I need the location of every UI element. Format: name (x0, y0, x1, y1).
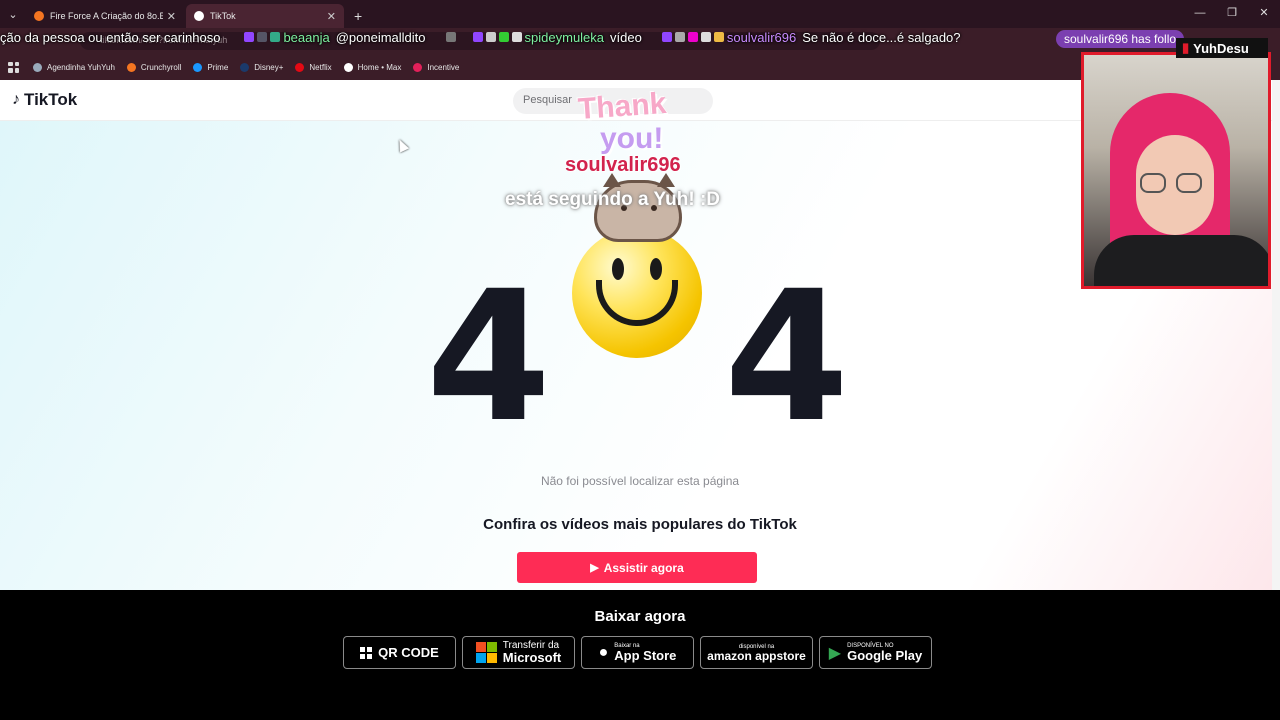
download-footer: Baixar agora QR CODE Transferir da Micro… (0, 590, 1280, 720)
apps-grid-icon[interactable] (8, 61, 19, 73)
max-icon (343, 62, 353, 72)
restore-button[interactable]: ❐ (1216, 0, 1248, 28)
chat-badge-icon (270, 32, 281, 42)
alert-you-text: you! (600, 122, 664, 155)
microsoft-icon (475, 642, 497, 663)
chat-badge-icon (498, 32, 509, 42)
chat-message: ção da pessoa ou então ser carinhoso (0, 29, 221, 45)
tiktok-logo[interactable]: ♪ TikTok (12, 90, 77, 110)
chat-badge-icon (472, 32, 483, 42)
microsoft-store-button[interactable]: Transferir da Microsoft (462, 636, 575, 669)
bookmark-max[interactable]: Home • Max (343, 62, 401, 72)
google-play-icon: ▶ (828, 644, 842, 662)
crunchyroll-favicon-icon (34, 11, 44, 21)
disney-icon (240, 62, 250, 72)
amazon-appstore-button[interactable]: disponível na amazon appstore (700, 636, 813, 669)
popular-videos-heading: Confira os vídeos mais populares do TikT… (483, 516, 797, 533)
app-store-button[interactable]: ● Baixar na App Store (581, 636, 694, 669)
chat-message: vídeo (610, 29, 642, 45)
incentive-icon (413, 62, 423, 72)
prime-icon (193, 62, 203, 72)
not-found-message: Não foi possível localizar esta página (540, 474, 740, 488)
smiley-face-icon (572, 228, 702, 358)
close-window-button[interactable]: ✕ (1248, 0, 1280, 28)
error-digit-right: 4 (724, 253, 850, 462)
netflix-icon (295, 62, 305, 72)
bookmark-prime[interactable]: Prime (193, 62, 228, 72)
chat-message: Se não é doce...é salgado? (802, 29, 961, 45)
close-tab-icon[interactable]: ✕ (167, 10, 176, 23)
browser-tab-bar: ⌄ Fire Force A Criação do 8o.Batal ✕ Tik… (0, 0, 1280, 28)
tiktok-note-icon: ♪ (12, 91, 20, 108)
crunchyroll-icon (126, 62, 136, 72)
tab-fire-force[interactable]: Fire Force A Criação do 8o.Batal ✕ (26, 4, 184, 28)
tab-search-icon[interactable]: ⌄ (0, 0, 26, 28)
chat-badge-icon (713, 32, 724, 42)
bookmark-agendinha[interactable]: Agendinha YuhYuh (33, 62, 115, 72)
chat-badge-icon (700, 32, 711, 42)
error-digit-left: 4 (426, 253, 552, 462)
qr-code-button[interactable]: QR CODE (343, 636, 456, 669)
bookmark-netflix[interactable]: Netflix (295, 62, 332, 72)
tab-title: TikTok (210, 11, 236, 21)
chat-emote-icon (445, 32, 456, 42)
bookmark-crunchyroll[interactable]: Crunchyroll (126, 62, 181, 72)
watch-now-button[interactable]: ▶ Assistir agora (517, 552, 757, 583)
chat-badge-icon (257, 32, 268, 42)
globe-icon (33, 62, 42, 72)
play-icon: ▶ (590, 562, 599, 574)
tab-tiktok[interactable]: TikTok ✕ (186, 4, 344, 28)
google-play-button[interactable]: ▶ DISPONÍVEL NO Google Play (819, 636, 932, 669)
chat-badge-icon (244, 32, 255, 42)
qr-code-icon (360, 646, 373, 659)
chat-badge-icon (485, 32, 496, 42)
chat-badge-icon (511, 32, 522, 42)
download-title: Baixar agora (594, 608, 686, 625)
chat-badge-icon (687, 32, 698, 42)
store-buttons: QR CODE Transferir da Microsoft ● Baixar… (343, 636, 938, 669)
follow-notification-pill: soulvalir696 has follo (1056, 30, 1185, 48)
apple-icon: ● (598, 643, 609, 661)
streamer-webcam (1081, 52, 1271, 289)
chat-username: beaanja (283, 29, 330, 45)
page-scrollbar[interactable] (1272, 80, 1280, 590)
bookmark-disney[interactable]: Disney+ (240, 62, 283, 72)
close-tab-icon[interactable]: ✕ (327, 10, 336, 23)
channel-logo: ▮ YuhDesu (1176, 38, 1268, 58)
chat-badge-icon (674, 32, 685, 42)
tab-title: Fire Force A Criação do 8o.Batal (50, 11, 163, 21)
bookmark-incentive[interactable]: Incentive (413, 62, 459, 72)
alert-follow-message: está seguindo a Yuh! :D (505, 189, 721, 210)
window-controls: — ❐ ✕ (1184, 0, 1280, 28)
chat-username: spideymuleka (524, 29, 605, 45)
minimize-button[interactable]: — (1184, 0, 1216, 28)
alert-username: soulvalir696 (565, 154, 681, 176)
chat-username: soulvalir696 (726, 29, 797, 45)
tiktok-favicon-icon (194, 11, 204, 21)
chat-badge-icon (661, 32, 672, 42)
new-tab-button[interactable]: + (346, 4, 370, 28)
chat-message: @poneimalldito (335, 29, 426, 45)
twitch-icon: ▮ (1182, 40, 1190, 55)
